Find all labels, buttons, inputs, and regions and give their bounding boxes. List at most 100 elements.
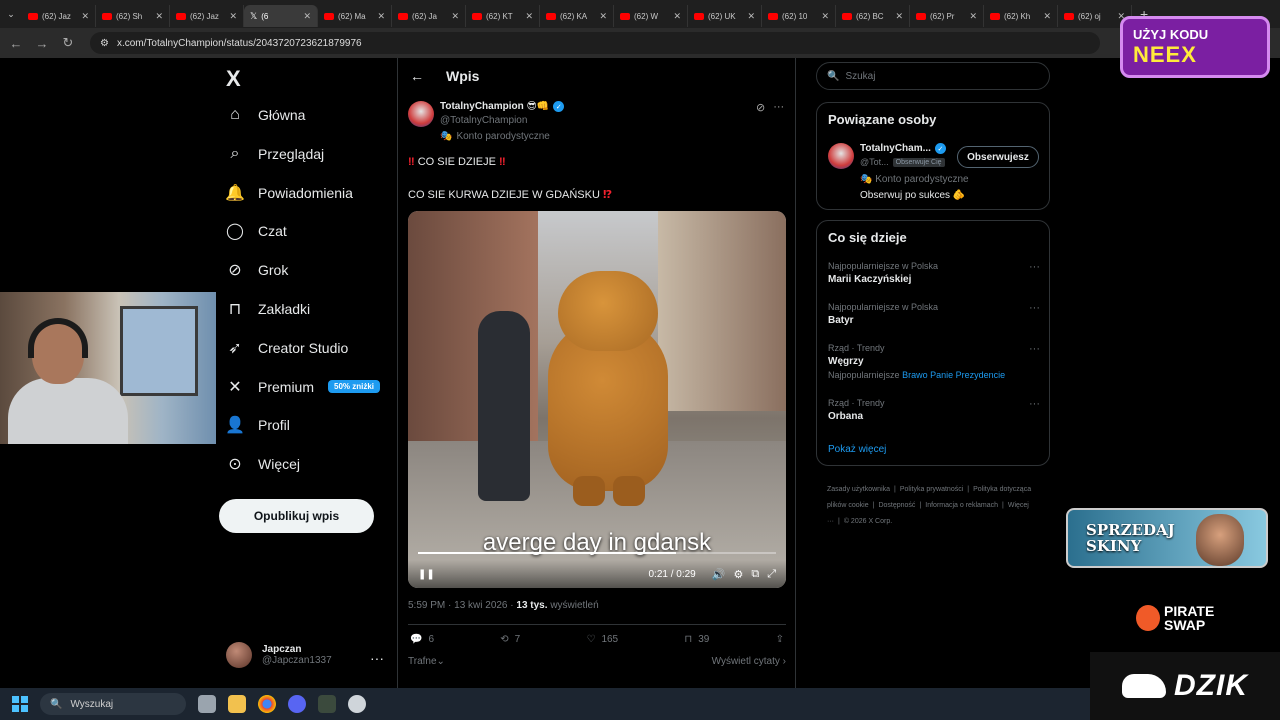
trend-item[interactable]: Najpopularniejsze w Polska Marii Kaczyńsk… — [828, 261, 1040, 285]
related-avatar[interactable] — [828, 143, 854, 169]
nav-item-7[interactable]: ✕ Premium 50% zniżki — [226, 378, 381, 396]
browser-tab[interactable]: (62) Jaz ✕ — [22, 5, 96, 27]
post-more-icon[interactable]: ··· — [773, 101, 784, 114]
trend-item[interactable]: Rząd · Trendy Orbana ··· — [828, 398, 1040, 422]
browser-tab[interactable]: (62) KA ✕ — [540, 5, 614, 27]
browser-tab[interactable]: (62) W ✕ — [614, 5, 688, 27]
reload-icon[interactable]: ↻ — [60, 35, 76, 51]
trend-sub-link[interactable]: Brawo Panie Prezydencie — [902, 370, 1005, 380]
bookmark-icon: ⊓ — [228, 301, 242, 318]
settings-icon[interactable]: ⚙ — [733, 568, 743, 581]
nav-item-1[interactable]: ⌕ Przeglądaj — [226, 145, 325, 163]
forward-icon[interactable]: → — [34, 36, 50, 51]
trend-item[interactable]: Rząd · Trendy Węgrzy Najpopularniejsze Bra… — [828, 343, 1040, 380]
account-more-icon[interactable]: ··· — [370, 650, 384, 666]
repost-button[interactable]: ⟲ 7 — [500, 634, 520, 645]
close-icon[interactable]: ✕ — [895, 11, 903, 22]
reply-button[interactable]: 💬 6 — [410, 634, 434, 645]
nav-item-2[interactable]: 🔔 Powiadomienia — [225, 184, 353, 202]
nav-item-4[interactable]: ⊘ Grok — [226, 261, 288, 279]
close-icon[interactable]: ✕ — [969, 11, 977, 22]
url-field[interactable]: ⚙ x.com/TotalnyChampion/status/204372072… — [90, 32, 1100, 54]
tab-search-button[interactable]: ⌄ — [0, 3, 22, 25]
close-icon[interactable]: ✕ — [525, 11, 533, 22]
browser-tab[interactable]: (62) Kh ✕ — [984, 5, 1058, 27]
task-view-icon[interactable] — [198, 695, 216, 713]
trend-more-icon[interactable]: ··· — [1029, 261, 1040, 273]
youtube-icon — [324, 12, 334, 20]
browser-tab[interactable]: (62) Sh ✕ — [96, 5, 170, 27]
trend-more-icon[interactable]: ··· — [1029, 343, 1040, 355]
following-button[interactable]: Obserwujesz — [957, 146, 1039, 168]
trend-item[interactable]: Najpopularniejsze w Polska Batyr ··· — [828, 302, 1040, 326]
close-icon[interactable]: ✕ — [451, 11, 459, 22]
footer-link[interactable]: Polityka prywatności — [900, 486, 963, 493]
volume-icon[interactable]: 🔊 — [712, 568, 726, 581]
footer-link[interactable]: Zasady użytkownika — [827, 486, 890, 493]
related-name[interactable]: TotalnyCham... ✓ — [860, 143, 946, 154]
windows-start-icon[interactable] — [12, 696, 28, 712]
browser-tab[interactable]: (62) Ma ✕ — [318, 5, 392, 27]
back-icon[interactable]: ← — [8, 36, 24, 51]
nav-item-5[interactable]: ⊓ Zakładki — [226, 300, 310, 318]
trend-more-icon[interactable]: ··· — [1029, 302, 1040, 314]
browser-tab[interactable]: (62) Pr ✕ — [910, 5, 984, 27]
post-timestamp[interactable]: 5:59 PM · 13 kwi 2026 · — [408, 600, 514, 611]
browser-tab[interactable]: (62) KT ✕ — [466, 5, 540, 27]
pip-icon[interactable]: ⧉ — [751, 568, 759, 581]
post-video[interactable]: averge day in gdansk ❚❚ 0:21 / 0:29 🔊 ⚙ … — [408, 211, 786, 588]
pause-icon[interactable]: ❚❚ — [418, 569, 435, 580]
close-icon[interactable]: ✕ — [1043, 11, 1051, 22]
nav-item-9[interactable]: ⊙ Więcej — [226, 455, 300, 473]
close-icon[interactable]: ✕ — [377, 11, 385, 22]
close-icon[interactable]: ✕ — [155, 11, 163, 22]
sort-dropdown[interactable]: Trafne⌄ — [408, 656, 445, 667]
close-icon[interactable]: ✕ — [303, 11, 311, 22]
close-icon[interactable]: ✕ — [747, 11, 755, 22]
browser-tab[interactable]: (62) 10 ✕ — [762, 5, 836, 27]
trend-more-icon[interactable]: ··· — [1029, 398, 1040, 410]
search-input[interactable]: 🔍 Szukaj — [816, 62, 1050, 90]
video-progress-bar[interactable] — [418, 552, 776, 554]
nav-item-3[interactable]: ◯ Czat — [226, 222, 287, 240]
close-icon[interactable]: ✕ — [821, 11, 829, 22]
post-author-name[interactable]: TotalnyChampion 😎👊 ✓ — [440, 101, 565, 112]
close-icon[interactable]: ✕ — [81, 11, 89, 22]
nav-item-6[interactable]: ➶ Creator Studio — [226, 339, 348, 357]
close-icon[interactable]: ✕ — [599, 11, 607, 22]
x-logo[interactable]: X — [226, 66, 241, 92]
browser-tab[interactable]: 𝕏 (6 ✕ — [244, 5, 318, 27]
close-icon[interactable]: ✕ — [229, 11, 237, 22]
discord-icon[interactable] — [288, 695, 306, 713]
share-button[interactable]: ⇪ — [776, 634, 784, 645]
like-button[interactable]: ♡ 165 — [586, 634, 618, 645]
grok-icon[interactable]: ⊘ — [756, 101, 765, 114]
browser-tab[interactable]: (62) UK ✕ — [688, 5, 762, 27]
site-info-icon[interactable]: ⚙ — [100, 38, 109, 49]
chrome-icon[interactable] — [258, 695, 276, 713]
quotes-link[interactable]: Wyświetl cytaty › — [712, 656, 786, 667]
back-arrow-icon[interactable]: ← — [410, 68, 424, 84]
close-icon[interactable]: ✕ — [673, 11, 681, 22]
account-switcher[interactable]: Japczan @Japczan1337 — [226, 642, 332, 668]
post-button[interactable]: Opublikuj wpis — [219, 499, 374, 533]
parody-label-text: Konto parodystyczne — [456, 131, 550, 142]
file-explorer-icon[interactable] — [228, 695, 246, 713]
obs-icon[interactable] — [348, 695, 366, 713]
xbox-icon[interactable] — [318, 695, 336, 713]
browser-tab[interactable]: (62) Jaz ✕ — [170, 5, 244, 27]
show-more-link[interactable]: Pokaż więcej — [828, 444, 886, 455]
footer-link[interactable]: Dostępność — [878, 502, 915, 509]
bookmark-button[interactable]: ⊓ 39 — [684, 634, 709, 645]
nav-item-0[interactable]: ⌂ Główna — [226, 106, 305, 124]
browser-tab[interactable]: (62) BC ✕ — [836, 5, 910, 27]
nav-item-8[interactable]: 👤 Profil — [225, 416, 290, 434]
post-author-handle[interactable]: @TotalnyChampion — [440, 115, 527, 126]
fullscreen-icon[interactable]: ⤢ — [767, 568, 776, 581]
chevron-right-icon: › — [782, 656, 786, 667]
post-author-avatar[interactable] — [408, 101, 434, 127]
browser-tab[interactable]: (62) Ja ✕ — [392, 5, 466, 27]
footer-link[interactable]: © 2026 X Corp. — [844, 518, 892, 525]
footer-link[interactable]: Informacja o reklamach — [925, 502, 998, 509]
taskbar-search[interactable]: 🔍 Wyszukaj — [40, 693, 186, 715]
